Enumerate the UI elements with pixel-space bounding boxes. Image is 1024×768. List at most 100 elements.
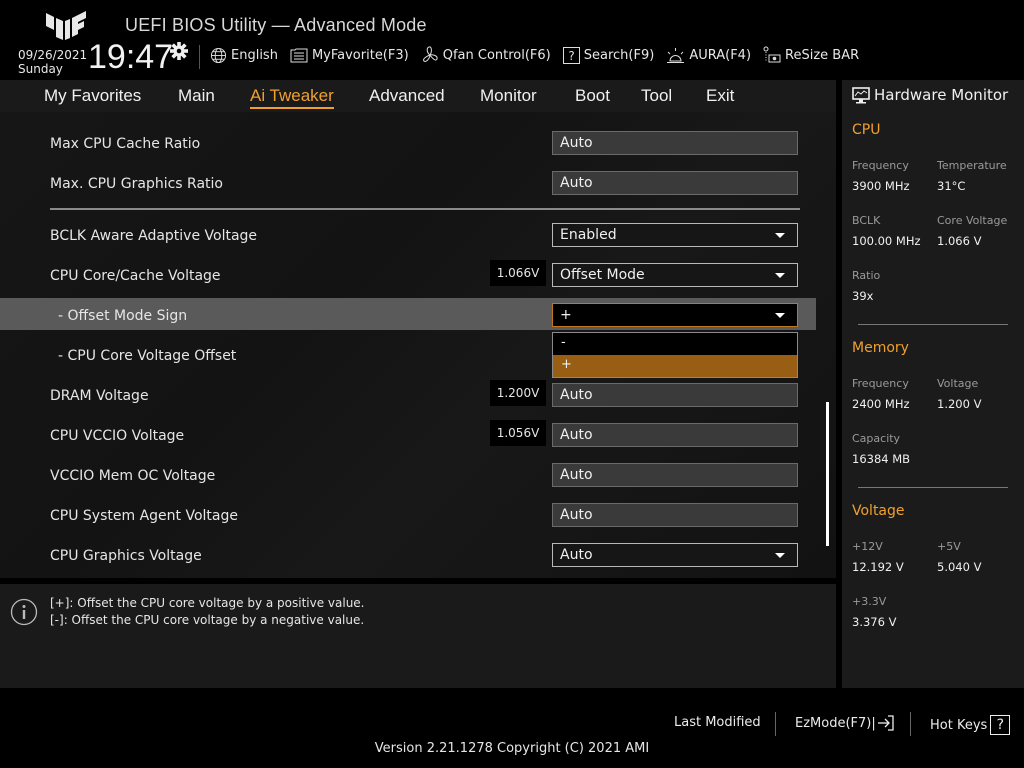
- setting-label: - CPU Core Voltage Offset: [58, 348, 237, 364]
- setting-dropdown-open[interactable]: +: [552, 303, 798, 327]
- setting-value-field[interactable]: Auto: [552, 131, 798, 155]
- voltage-heading: Voltage: [852, 503, 905, 519]
- help-text: [+]: Offset the CPU core voltage by a po…: [50, 595, 365, 629]
- setting-row[interactable]: CPU System Agent Voltage Auto: [0, 500, 816, 532]
- cpu-temperature-value: 31°C: [937, 179, 966, 193]
- setting-row[interactable]: CPU VCCIO Voltage 1.056V Auto: [0, 420, 816, 452]
- setting-row[interactable]: VCCIO Mem OC Voltage Auto: [0, 460, 816, 492]
- dropdown-options-list: - +: [552, 332, 798, 378]
- memory-frequency-value: 2400 MHz: [852, 397, 910, 411]
- globe-icon: [210, 47, 227, 63]
- hw-divider: [858, 487, 1008, 488]
- gear-icon[interactable]: [170, 42, 188, 60]
- tab-tool[interactable]: Tool: [641, 86, 672, 106]
- setting-label: CPU System Agent Voltage: [50, 508, 238, 524]
- tab-monitor[interactable]: Monitor: [480, 86, 537, 106]
- dropdown-value: +: [560, 307, 572, 323]
- ezmode-button[interactable]: EzMode(F7)|: [795, 715, 895, 731]
- ezmode-label: EzMode(F7)|: [795, 715, 876, 731]
- footer-divider: [910, 712, 911, 736]
- clock: 19:47: [88, 38, 174, 76]
- current-voltage-readout: 1.056V: [490, 420, 546, 446]
- bclk-value: 100.00 MHz: [852, 234, 921, 248]
- myfavorite-button[interactable]: MyFavorite(F3): [290, 48, 409, 63]
- setting-value-field[interactable]: Auto: [552, 423, 798, 447]
- resize-bar-button[interactable]: ReSize BAR: [763, 46, 859, 64]
- search-help-icon: ?: [562, 46, 580, 64]
- current-voltage-readout: 1.066V: [490, 260, 546, 286]
- hw-divider: [858, 324, 1008, 325]
- setting-row-selected[interactable]: - Offset Mode Sign +: [0, 298, 816, 330]
- setting-row[interactable]: CPU Graphics Voltage Auto: [0, 540, 816, 572]
- chevron-down-icon: [775, 313, 785, 318]
- setting-dropdown[interactable]: Enabled: [552, 223, 798, 247]
- setting-row[interactable]: Max. CPU Graphics Ratio Auto: [0, 168, 816, 200]
- date: 09/26/2021: [18, 48, 88, 62]
- tab-advanced[interactable]: Advanced: [369, 86, 445, 106]
- setting-value-field[interactable]: Auto: [552, 171, 798, 195]
- dropdown-option-minus[interactable]: -: [553, 333, 797, 355]
- fan-icon: [422, 46, 438, 62]
- search-button[interactable]: ? Search(F9): [562, 46, 655, 64]
- aura-label: AURA(F4): [689, 47, 752, 63]
- setting-label: DRAM Voltage: [50, 388, 149, 404]
- favorite-list-icon: [290, 48, 308, 62]
- memory-heading: Memory: [852, 340, 909, 356]
- core-voltage-value: 1.066 V: [937, 234, 982, 248]
- help-question-icon: ?: [990, 715, 1011, 735]
- date-block: 09/26/2021 Sunday: [18, 48, 87, 76]
- tab-main[interactable]: Main: [178, 86, 215, 106]
- tab-ai-tweaker[interactable]: Ai Tweaker: [250, 86, 334, 109]
- setting-dropdown[interactable]: Offset Mode: [552, 263, 798, 287]
- setting-value-field[interactable]: Auto: [552, 503, 798, 527]
- cpu-temperature-label: Temperature: [937, 159, 1007, 172]
- capacity-label: Capacity: [852, 432, 901, 445]
- header: UEFI BIOS Utility — Advanced Mode 09/26/…: [0, 0, 1024, 80]
- v12-label: +12V: [852, 540, 883, 553]
- settings-panel: Max CPU Cache Ratio Auto Max. CPU Graphi…: [0, 112, 836, 578]
- setting-row[interactable]: DRAM Voltage 1.200V Auto: [0, 380, 816, 412]
- qfan-label: Qfan Control(F6): [442, 47, 551, 63]
- tab-exit[interactable]: Exit: [706, 86, 734, 106]
- setting-label: Max CPU Cache Ratio: [50, 136, 201, 152]
- search-label: Search(F9): [583, 47, 655, 63]
- qfan-control-button[interactable]: Qfan Control(F6): [421, 46, 551, 64]
- main-nav: My Favorites Main Ai Tweaker Advanced Mo…: [0, 80, 836, 112]
- bclk-label: BCLK: [852, 214, 881, 227]
- hotkeys-label: Hot Keys: [930, 717, 988, 733]
- header-divider: [199, 45, 200, 69]
- v5-value: 5.040 V: [937, 560, 982, 574]
- setting-row[interactable]: Max CPU Cache Ratio Auto: [0, 128, 816, 160]
- v33-label: +3.3V: [852, 595, 887, 608]
- setting-row[interactable]: BCLK Aware Adaptive Voltage Enabled: [0, 220, 816, 252]
- resize-bar-label: ReSize BAR: [785, 47, 860, 63]
- footer-divider: [775, 712, 776, 736]
- ratio-value: 39x: [852, 289, 874, 303]
- setting-value-field[interactable]: Auto: [552, 383, 798, 407]
- tab-my-favorites[interactable]: My Favorites: [44, 86, 141, 106]
- chevron-down-icon: [775, 233, 785, 238]
- memory-frequency-label: Frequency: [852, 377, 909, 390]
- toolbar: English MyFavorite(F3) Qfan Control(F6) …: [210, 46, 871, 64]
- setting-label: - Offset Mode Sign: [58, 308, 188, 324]
- v12-value: 12.192 V: [852, 560, 904, 574]
- svg-text:?: ?: [568, 49, 574, 63]
- dropdown-option-plus[interactable]: +: [553, 355, 797, 377]
- tab-boot[interactable]: Boot: [575, 86, 610, 106]
- hardware-monitor-panel: Hardware Monitor CPU Frequency 3900 MHz …: [842, 80, 1024, 688]
- weekday: Sunday: [18, 62, 63, 76]
- aura-button[interactable]: AURA(F4): [666, 47, 751, 64]
- last-modified-button[interactable]: Last Modified: [674, 715, 761, 730]
- hw-title-label: Hardware Monitor: [874, 86, 1009, 104]
- language-button[interactable]: English: [210, 47, 278, 64]
- setting-dropdown[interactable]: Auto: [552, 543, 798, 567]
- hotkeys-button[interactable]: Hot Keys ?: [930, 715, 1011, 735]
- ratio-label: Ratio: [852, 269, 881, 282]
- setting-row[interactable]: CPU Core/Cache Voltage 1.066V Offset Mod…: [0, 260, 816, 292]
- setting-value-field[interactable]: Auto: [552, 463, 798, 487]
- myfavorite-label: MyFavorite(F3): [311, 47, 409, 63]
- dropdown-value: Enabled: [560, 227, 617, 243]
- scrollbar[interactable]: [826, 402, 829, 546]
- cpu-frequency-label: Frequency: [852, 159, 909, 172]
- setting-label: CPU Core/Cache Voltage: [50, 268, 221, 284]
